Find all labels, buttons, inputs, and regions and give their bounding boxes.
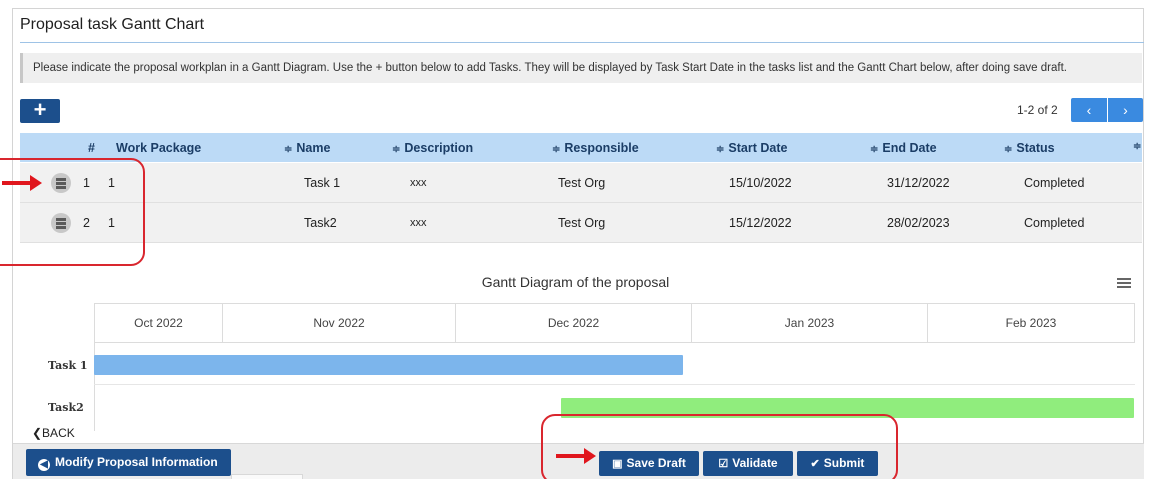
cell-status: Completed (1024, 176, 1085, 190)
column-header-status[interactable]: ≑ Status (1004, 141, 1055, 155)
cell-name: Task2 (304, 216, 337, 230)
month-label: Feb 2023 (1005, 316, 1057, 330)
annotation-arrow-actions (556, 448, 596, 464)
cell-end-date: 28/02/2023 (887, 216, 950, 230)
table-row[interactable]: 2 1 Task2 xxx Test Org 15/12/2022 28/02/… (20, 203, 1142, 243)
cell-responsible: Test Org (558, 176, 606, 190)
column-header-description[interactable]: ≑ Description (392, 141, 473, 155)
cell-description: xxx (410, 217, 427, 229)
previous-page-button[interactable]: ‹ (1071, 98, 1107, 122)
cell-start-date: 15/10/2022 (729, 176, 792, 190)
month-label: Jan 2023 (692, 304, 928, 342)
secondary-tab (231, 474, 303, 479)
cell-description: xxx (410, 177, 427, 189)
sort-icon: ≑ (284, 144, 293, 155)
cell-responsible: Test Org (558, 216, 606, 230)
hamburger-menu-icon[interactable] (1117, 278, 1131, 288)
back-link[interactable]: ❮BACK (28, 426, 79, 440)
month-label: Nov 2022 (223, 304, 456, 342)
annotation-highlight-rows (0, 158, 145, 266)
cell-end-date: 31/12/2022 (887, 176, 950, 190)
sort-icon[interactable]: ≑ (1133, 141, 1141, 152)
column-header-number[interactable]: # (88, 141, 95, 155)
info-banner: Please indicate the proposal workplan in… (20, 53, 1142, 83)
tasks-table-header: # Work Package ≑ Name ≑ Description ≑ Respo… (20, 133, 1142, 162)
column-header-start-date[interactable]: ≑ Start Date (716, 141, 787, 155)
gantt-task-label: Task2 (48, 401, 84, 414)
gantt-title: Gantt Diagram of the proposal (481, 274, 670, 290)
annotation-arrow-rows (2, 175, 42, 191)
modify-proposal-button[interactable]: ◀ Modify Proposal Information (26, 449, 231, 476)
column-header-end-date[interactable]: ≑ End Date (870, 141, 937, 155)
cell-name: Task 1 (304, 176, 341, 190)
sort-icon: ≑ (1004, 144, 1013, 155)
month-label: Oct 2022 (95, 304, 223, 342)
column-header-name[interactable]: ≑ Name (284, 141, 330, 155)
add-task-button[interactable]: + (20, 99, 60, 123)
annotation-highlight-actions (541, 414, 898, 479)
cell-status: Completed (1024, 216, 1085, 230)
gantt-timeline-header: Oct 2022 Nov 2022 Dec 2022 Jan 2023 Feb … (94, 303, 1135, 343)
gantt-task-label: Task 1 (48, 359, 88, 372)
column-header-responsible[interactable]: ≑ Responsible (552, 141, 639, 155)
gantt-bar-task-1[interactable] (94, 355, 683, 375)
sort-icon: ≑ (552, 144, 561, 155)
cell-start-date: 15/12/2022 (729, 216, 792, 230)
page-title: Proposal task Gantt Chart (20, 16, 205, 33)
column-header-work-package[interactable]: Work Package (116, 141, 201, 155)
next-page-button[interactable]: › (1107, 98, 1143, 122)
title-divider (20, 42, 1144, 43)
sort-icon: ≑ (392, 144, 401, 155)
sort-icon: ≑ (716, 144, 725, 155)
table-row[interactable]: 1 1 Task 1 xxx Test Org 15/10/2022 31/12… (20, 163, 1142, 203)
sort-icon: ≑ (870, 144, 879, 155)
month-label: Dec 2022 (456, 304, 692, 342)
pagination-status: 1-2 of 2 (1017, 103, 1058, 117)
circle-arrow-left-icon: ◀ (38, 459, 50, 471)
